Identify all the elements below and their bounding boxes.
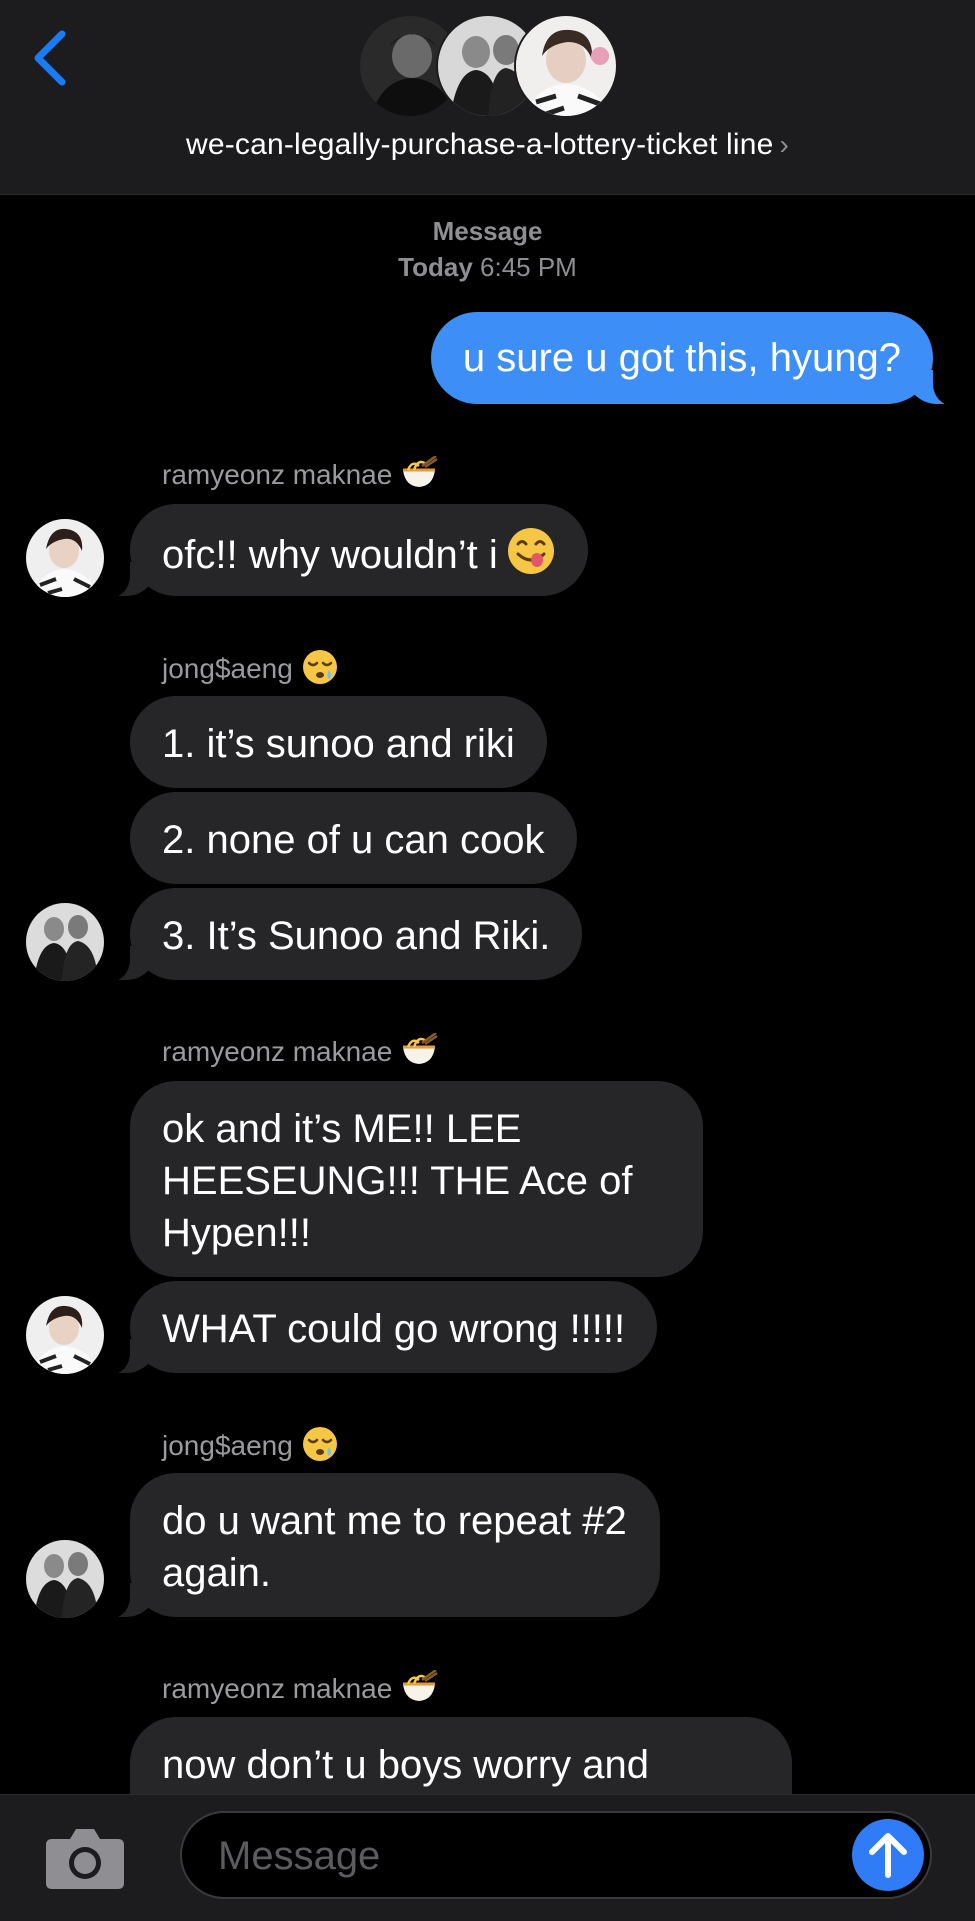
send-button[interactable]	[852, 1819, 924, 1891]
incoming-message[interactable]: 2. none of u can cook	[130, 792, 577, 884]
ramen-emoji-icon	[400, 1668, 439, 1711]
sender-name: jong$aeng	[162, 648, 339, 693]
message-composer	[0, 1794, 975, 1921]
sender-name-text: jong$aeng	[162, 1429, 293, 1461]
incoming-message[interactable]: ofc!! why wouldn’t i	[104, 504, 588, 598]
sender-name-text: ramyeonz maknae	[162, 1672, 393, 1704]
message-text: ofc!! why wouldn’t i	[162, 533, 498, 578]
service-label: Message	[0, 216, 975, 247]
sender-name-text: ramyeonz maknae	[162, 458, 393, 490]
sender-avatar[interactable]	[26, 903, 104, 981]
timestamp: Today 6:45 PM	[0, 252, 975, 283]
sender-avatar[interactable]	[26, 1540, 104, 1618]
back-button[interactable]	[28, 28, 74, 88]
timestamp-time: 6:45 PM	[480, 252, 577, 282]
ramen-emoji-icon	[400, 454, 439, 497]
group-name[interactable]: we-can-legally-purchase-a-lottery-ticket…	[0, 128, 975, 162]
message-input[interactable]	[216, 1827, 800, 1885]
incoming-message[interactable]: WHAT could go wrong !!!!!	[103, 1281, 658, 1375]
incoming-message[interactable]: ok and it’s ME!! LEE HEESEUNG!!! THE Ace…	[130, 1081, 703, 1277]
arrow-up-icon	[869, 1833, 907, 1878]
sender-name: ramyeonz maknae	[162, 454, 439, 497]
conversation-header: we-can-legally-purchase-a-lottery-ticket…	[0, 0, 975, 195]
service-name: Message	[432, 216, 543, 246]
camera-icon	[46, 1829, 124, 1889]
sleepy-face-emoji-icon	[301, 648, 339, 693]
sender-name: ramyeonz maknae	[162, 1668, 439, 1711]
group-name-text: we-can-legally-purchase-a-lottery-ticket…	[185, 128, 774, 161]
chevron-left-icon	[34, 30, 66, 86]
incoming-message[interactable]: 1. it’s sunoo and riki	[130, 696, 547, 788]
sender-avatar[interactable]	[26, 519, 104, 597]
timestamp-day: Today	[398, 252, 473, 282]
sender-name-text: ramyeonz maknae	[162, 1035, 393, 1067]
incoming-message[interactable]: 3. It’s Sunoo and Riki.	[103, 888, 583, 982]
camera-button[interactable]	[44, 1825, 126, 1891]
sender-name: jong$aeng	[162, 1425, 339, 1470]
sleepy-face-emoji-icon	[301, 1425, 339, 1470]
sender-name-text: jong$aeng	[162, 652, 293, 684]
chevron-right-icon: ›	[779, 129, 790, 160]
group-avatars[interactable]	[358, 14, 618, 118]
sender-avatar[interactable]	[26, 1296, 104, 1374]
sender-name: ramyeonz maknae	[162, 1031, 439, 1074]
incoming-message[interactable]: do u want me to repeat #2 again.	[104, 1473, 660, 1619]
yum-face-emoji-icon	[506, 526, 556, 589]
ramen-emoji-icon	[400, 1031, 439, 1074]
message-field[interactable]	[180, 1811, 932, 1899]
outgoing-message[interactable]: u sure u got this, hyung?	[430, 312, 960, 406]
member-avatar	[514, 14, 618, 118]
